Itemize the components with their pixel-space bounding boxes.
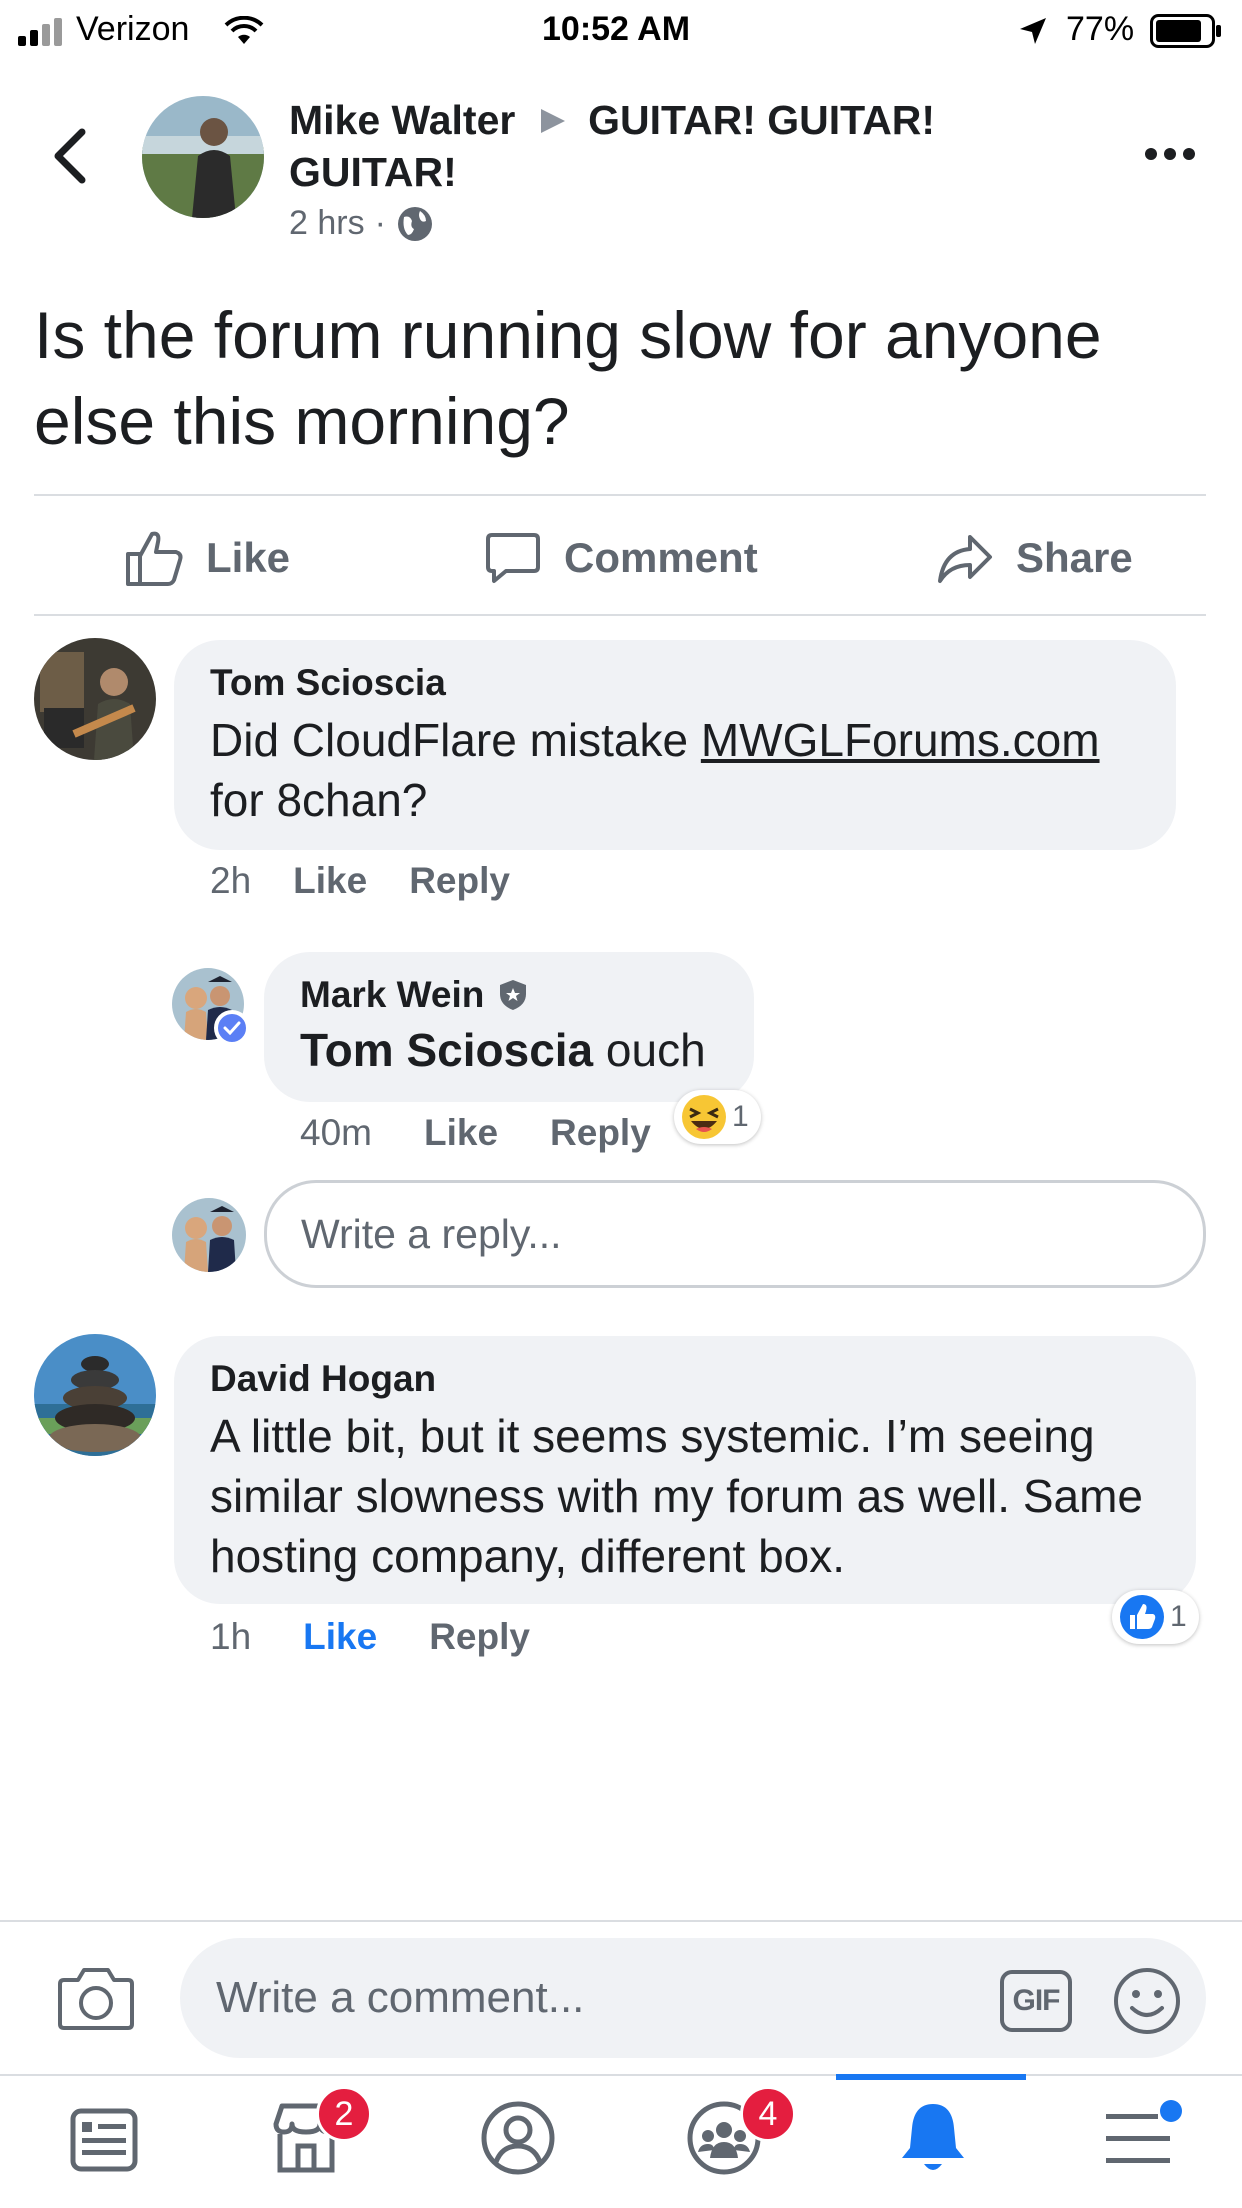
comment-input-placeholder: Write a comment... bbox=[216, 1973, 585, 2022]
reply-bubble[interactable]: Mark Wein Tom Scioscia ouch bbox=[264, 952, 754, 1102]
comment-time[interactable]: 1h bbox=[210, 1616, 251, 1658]
shield-icon bbox=[500, 980, 527, 1010]
laughing-emoji-icon bbox=[682, 1095, 726, 1139]
more-options-icon[interactable] bbox=[1144, 146, 1196, 162]
reply-like-button[interactable]: Like bbox=[424, 1112, 498, 1154]
comment-author[interactable]: David Hogan bbox=[210, 1358, 1160, 1400]
post-title: Mike Walter GUITAR! GUITAR! GUITAR! bbox=[289, 94, 1049, 198]
post-meta: 2 hrs · bbox=[289, 204, 434, 243]
comment-text: A little bit, but it seems systemic. I’m… bbox=[210, 1410, 1144, 1582]
profile-icon[interactable] bbox=[480, 2100, 556, 2176]
reply-mention[interactable]: Tom Scioscia bbox=[300, 1024, 593, 1076]
comment-author[interactable]: Tom Scioscia bbox=[210, 662, 1140, 704]
comment-text: Did CloudFlare mistake MWGLForums.com fo… bbox=[210, 710, 1140, 830]
comment-meta: 2h Like Reply bbox=[210, 860, 510, 902]
reply-reply-button[interactable]: Reply bbox=[550, 1112, 651, 1154]
comment-reply-button[interactable]: Reply bbox=[409, 860, 510, 902]
comment-bubble[interactable]: Tom Scioscia Did CloudFlare mistake MWGL… bbox=[174, 640, 1176, 850]
comment-time[interactable]: 2h bbox=[210, 860, 251, 902]
news-feed-icon[interactable] bbox=[70, 2108, 138, 2172]
marketplace-badge: 2 bbox=[316, 2086, 372, 2142]
author-avatar[interactable] bbox=[142, 96, 264, 218]
divider bbox=[0, 1920, 1242, 1922]
battery-percent: 77% bbox=[1066, 10, 1135, 48]
reply-meta: 40m Like Reply bbox=[300, 1112, 651, 1154]
location-arrow-icon bbox=[1020, 18, 1046, 44]
menu-notification-dot bbox=[1160, 2100, 1182, 2122]
triangle-right-icon bbox=[540, 109, 565, 133]
reply-input-placeholder: Write a reply... bbox=[301, 1210, 562, 1257]
camera-icon[interactable] bbox=[58, 1966, 134, 2030]
reply-avatar-wrap[interactable] bbox=[172, 968, 250, 1046]
comment-button[interactable]: Comment bbox=[484, 522, 758, 594]
reply-text-part: ouch bbox=[593, 1024, 706, 1076]
comment-text-part: Did CloudFlare mistake bbox=[210, 714, 701, 766]
comment-reply-button[interactable]: Reply bbox=[429, 1616, 530, 1658]
comment-bubble-icon bbox=[486, 533, 540, 583]
active-tab-indicator bbox=[836, 2074, 1026, 2080]
commenter-avatar[interactable] bbox=[34, 638, 156, 760]
share-label: Share bbox=[1016, 534, 1133, 581]
reply-input[interactable]: Write a reply... bbox=[264, 1180, 1206, 1288]
back-chevron-icon[interactable] bbox=[52, 128, 86, 184]
divider bbox=[34, 614, 1206, 616]
comment-link[interactable]: MWGLForums.com bbox=[701, 714, 1100, 766]
signal-icon bbox=[18, 18, 62, 46]
reply-author-row: Mark Wein bbox=[300, 974, 718, 1016]
reply-time[interactable]: 40m bbox=[300, 1112, 372, 1154]
reaction-count: 1 bbox=[1170, 1600, 1187, 1633]
share-button[interactable]: Share bbox=[936, 522, 1133, 594]
post-time[interactable]: 2 hrs bbox=[289, 204, 365, 243]
thumbs-up-icon bbox=[126, 531, 183, 586]
reaction-summary[interactable]: 1 bbox=[674, 1090, 761, 1144]
verified-badge-icon bbox=[214, 1010, 250, 1046]
like-label: Like bbox=[206, 534, 291, 581]
divider bbox=[0, 2074, 1242, 2076]
globe-icon bbox=[397, 206, 432, 241]
reply-text: Tom Scioscia ouch bbox=[300, 1020, 718, 1080]
reaction-summary[interactable]: 1 bbox=[1112, 1590, 1199, 1644]
wifi-icon bbox=[224, 16, 264, 44]
smiley-icon[interactable] bbox=[1112, 1966, 1182, 2036]
like-button[interactable]: Like bbox=[124, 522, 290, 594]
comment-like-button[interactable]: Like bbox=[303, 1616, 377, 1658]
comment-label: Comment bbox=[564, 534, 758, 581]
comment-bubble[interactable]: David Hogan A little bit, but it seems s… bbox=[174, 1336, 1196, 1604]
reaction-count: 1 bbox=[732, 1100, 749, 1133]
author-name[interactable]: Mike Walter bbox=[289, 97, 515, 143]
comment-like-button[interactable]: Like bbox=[293, 860, 367, 902]
groups-badge: 4 bbox=[740, 2086, 796, 2142]
reply-author[interactable]: Mark Wein bbox=[300, 974, 484, 1016]
like-reaction-icon bbox=[1120, 1595, 1164, 1639]
tab-menu[interactable] bbox=[1104, 2100, 1184, 2180]
comment-meta: 1h Like Reply bbox=[210, 1616, 530, 1658]
gif-button[interactable]: GIF bbox=[1000, 1970, 1072, 2032]
battery-icon bbox=[1150, 14, 1221, 48]
meta-dot: · bbox=[374, 204, 386, 242]
share-arrow-icon bbox=[938, 535, 992, 583]
divider bbox=[34, 494, 1206, 496]
carrier-label: Verizon bbox=[76, 10, 190, 48]
post-body: Is the forum running slow for anyone els… bbox=[34, 298, 1102, 458]
gif-label: GIF bbox=[1012, 1984, 1061, 2017]
clock: 10:52 AM bbox=[542, 10, 691, 48]
comment-text-part: for 8chan? bbox=[210, 774, 428, 826]
current-user-avatar bbox=[172, 1198, 246, 1272]
commenter-avatar[interactable] bbox=[34, 1334, 156, 1456]
notifications-bell-icon[interactable] bbox=[896, 2098, 970, 2178]
